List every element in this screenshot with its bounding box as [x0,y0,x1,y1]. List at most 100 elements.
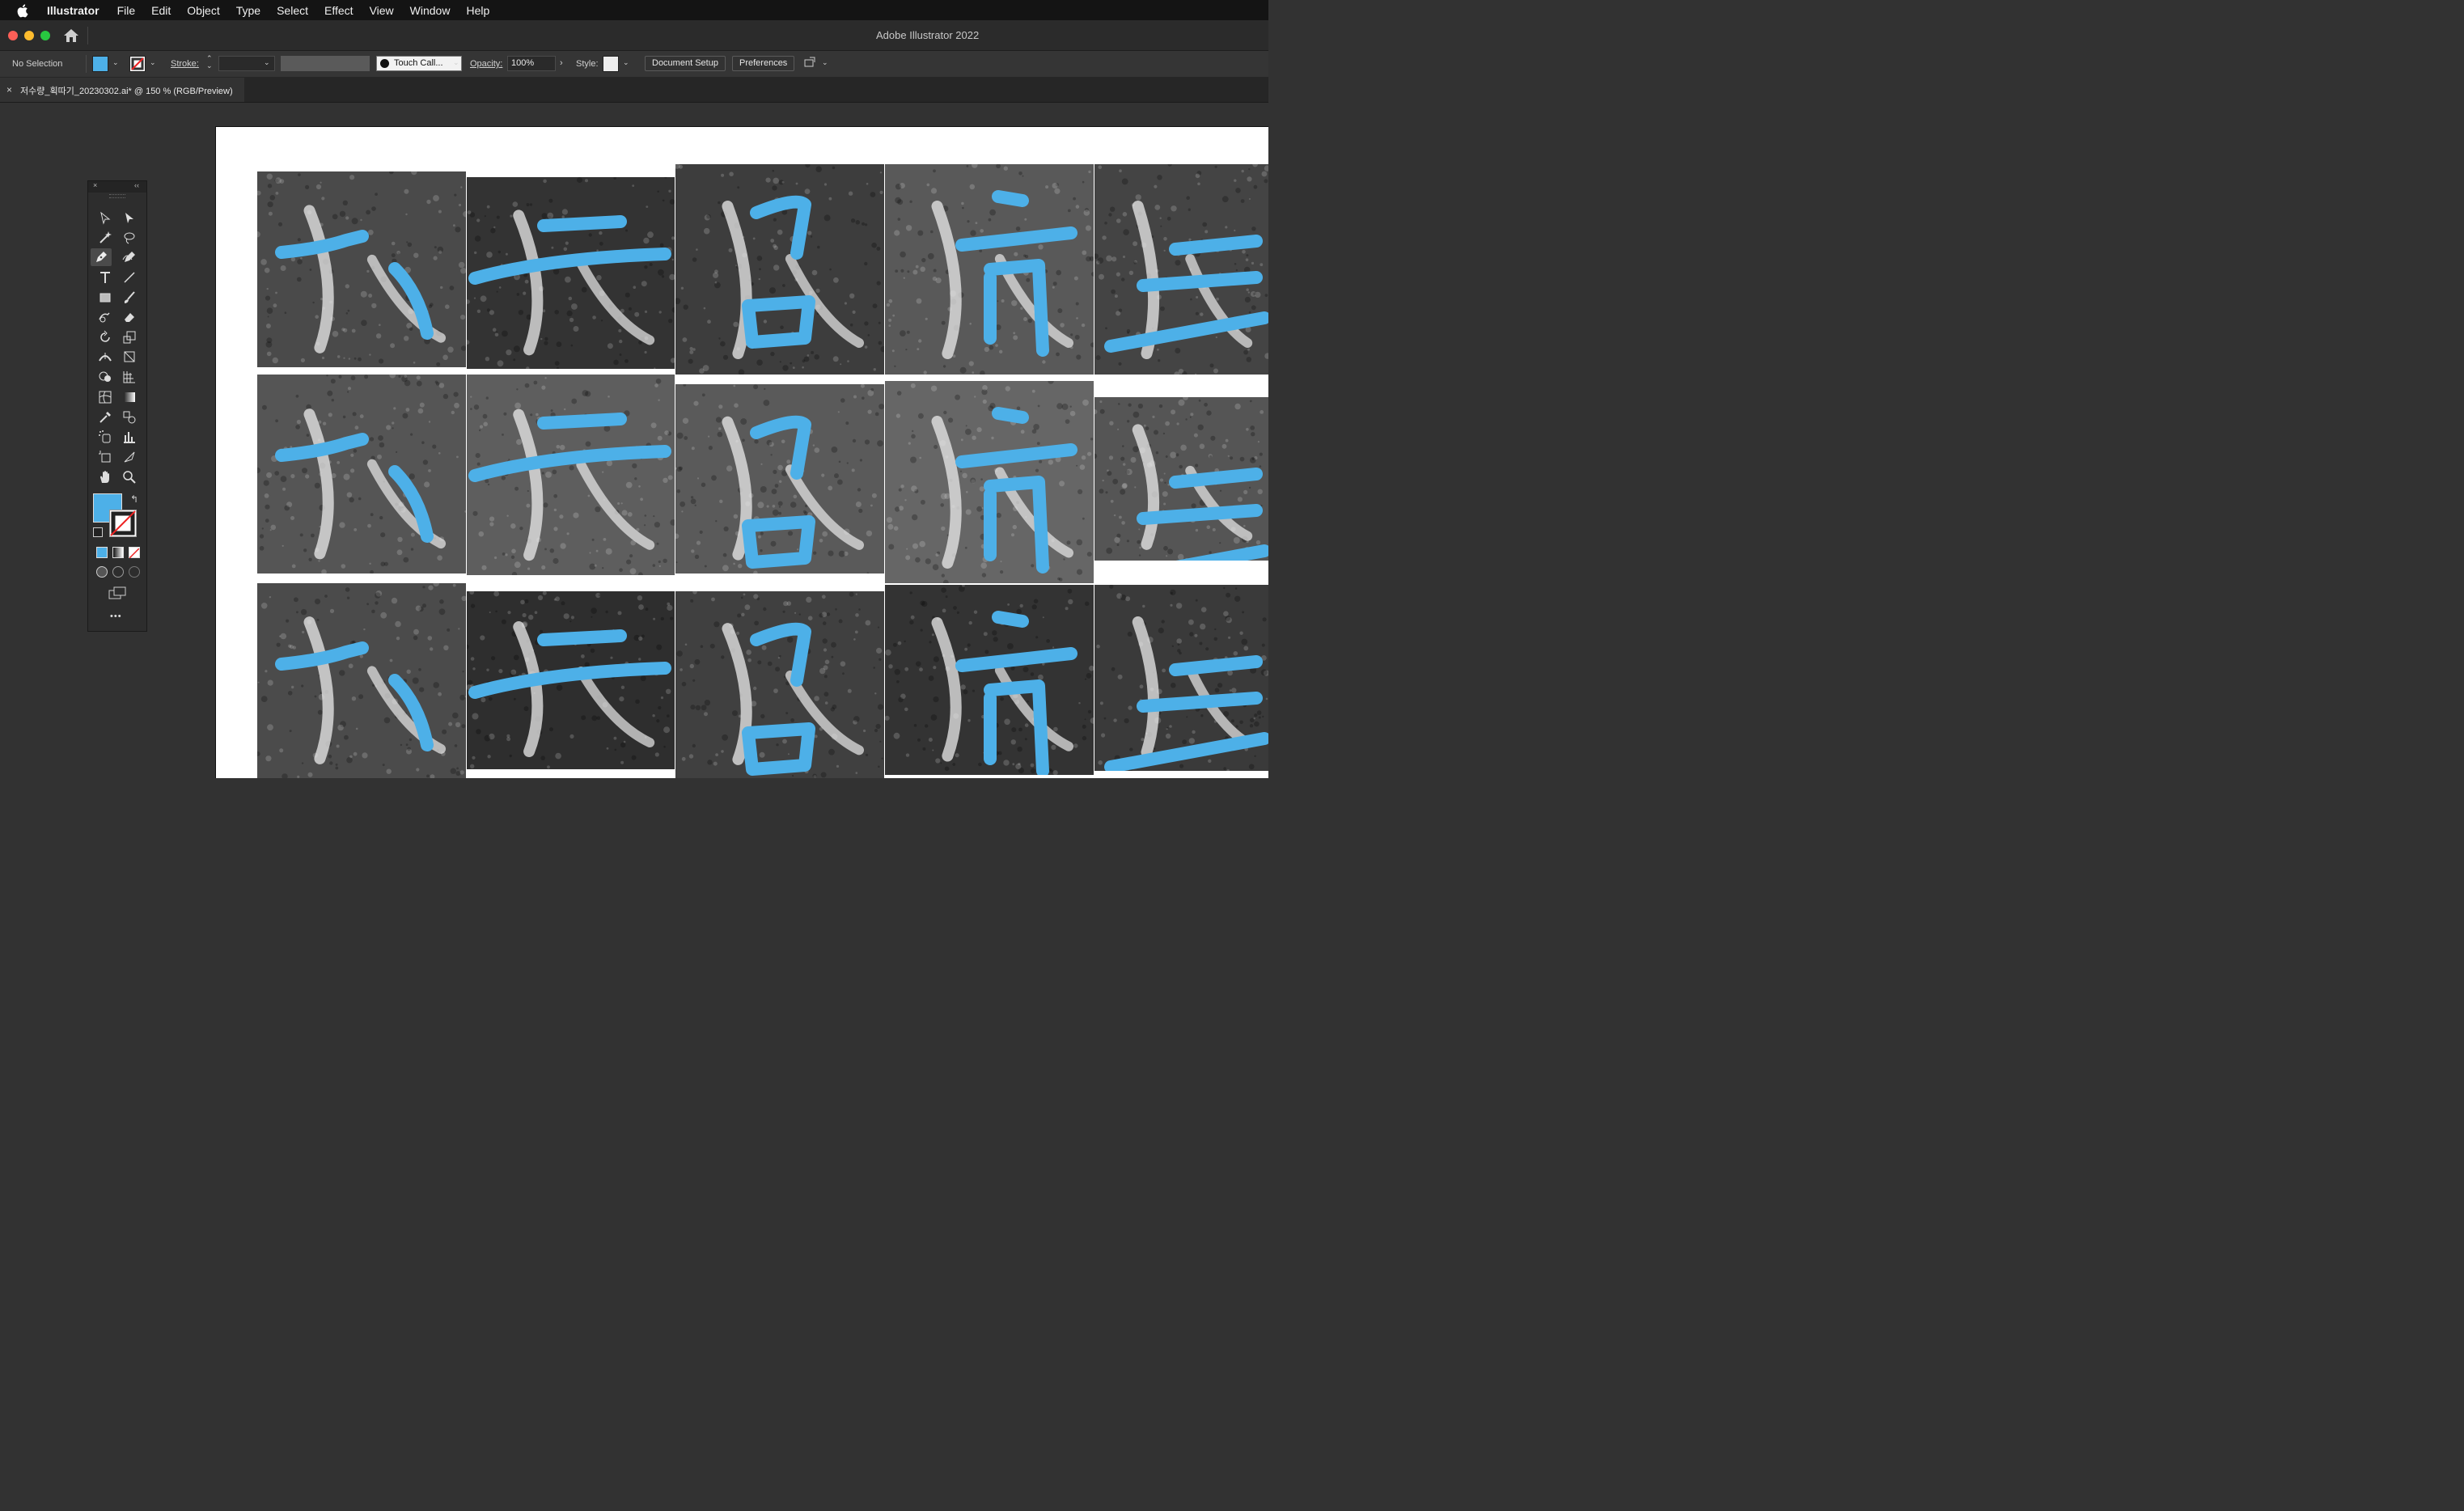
brush-definition-field[interactable]: Touch Call... [376,56,462,71]
menu-file[interactable]: File [117,4,136,17]
document-setup-button[interactable]: Document Setup [645,56,726,71]
menu-edit[interactable]: Edit [151,4,171,17]
calligraphy-image-3[interactable] [675,164,884,375]
default-colors-icon[interactable] [93,527,103,537]
menu-app-name[interactable]: Illustrator [47,4,99,17]
edit-toolbar-button[interactable]: ••• [110,612,122,621]
draw-normal-button[interactable] [96,566,108,578]
rectangle-tool[interactable] [95,289,116,307]
menu-type[interactable]: Type [236,4,260,17]
swap-colors-icon[interactable]: ↰ [130,493,138,505]
calligraphy-image-6[interactable] [257,375,466,574]
menu-window[interactable]: Window [410,4,451,17]
calligraphy-image-10[interactable] [1094,397,1268,561]
hand-tool[interactable] [95,468,116,486]
opacity-field[interactable]: 100% [507,56,556,71]
curvature-tool[interactable] [119,248,140,266]
gradient-mode-button[interactable] [112,547,124,558]
calligraphy-image-15[interactable] [1094,585,1268,771]
variable-width-profile[interactable] [281,56,370,71]
close-panel-icon[interactable]: × [93,181,97,189]
zoom-tool[interactable] [119,468,140,486]
menu-object[interactable]: Object [187,4,219,17]
calligraphy-image-2[interactable] [467,177,675,369]
minimize-window-button[interactable] [24,31,34,40]
symbol-sprayer-tool[interactable] [95,428,116,446]
lasso-tool[interactable] [119,229,140,247]
opacity-label[interactable]: Opacity: [470,59,502,69]
width-tool[interactable] [95,348,116,366]
menu-effect[interactable]: Effect [324,4,354,17]
pen-tool[interactable] [91,248,112,266]
blend-tool[interactable] [119,408,140,426]
chevron-down-icon[interactable]: ⌄ [453,58,459,67]
type-tool[interactable] [95,269,116,286]
selection-tool[interactable] [95,210,116,227]
stroke-swatch[interactable] [129,56,146,72]
home-icon[interactable] [63,28,79,43]
arrange-documents-icon[interactable] [803,57,816,70]
free-transform-tool[interactable] [119,348,140,366]
zoom-window-button[interactable] [40,31,50,40]
calligraphy-image-12[interactable] [467,591,675,769]
none-mode-button[interactable] [129,547,140,559]
change-screen-mode-icon[interactable] [108,586,129,600]
menu-view[interactable]: View [370,4,394,17]
calligraphy-image-9[interactable] [885,381,1094,583]
fill-swatch[interactable] [92,56,108,72]
chevron-down-icon[interactable]: ⌄ [264,58,270,67]
menu-select[interactable]: Select [277,4,308,17]
canvas-area[interactable] [0,103,1268,778]
preferences-button[interactable]: Preferences [732,56,795,71]
calligraphy-image-5[interactable] [1094,164,1268,375]
calligraphy-image-8[interactable] [675,384,884,574]
collapse-panel-icon[interactable]: ‹‹ [134,181,139,189]
stroke-label[interactable]: Stroke: [171,59,199,69]
panel-grip[interactable] [109,194,125,198]
artboard-icon [99,451,111,463]
calligraphy-image-7[interactable] [467,375,675,575]
shaper-tool[interactable] [95,308,116,326]
apple-icon[interactable] [16,3,31,18]
chevron-down-icon[interactable]: ⌄ [112,58,119,67]
draw-behind-button[interactable] [112,566,124,578]
close-tab-icon[interactable]: × [6,84,12,95]
stroke-color-box[interactable] [109,510,137,537]
chevron-right-icon[interactable]: › [560,58,563,68]
chevron-down-icon[interactable]: ⌄ [150,58,156,67]
calligraphy-image-14[interactable] [885,585,1094,775]
close-window-button[interactable] [8,31,18,40]
column-graph-tool[interactable] [119,428,140,446]
chevron-down-icon[interactable]: ⌄ [623,58,629,67]
gradient-tool[interactable] [119,388,140,406]
graphic-style-swatch[interactable] [603,56,619,72]
color-mode-button[interactable] [96,547,108,558]
style-label: Style: [576,59,599,69]
paintbrush-tool[interactable] [119,289,140,307]
scale-tool[interactable] [119,328,140,346]
direct-selection-tool[interactable] [119,210,140,227]
eyedropper-tool[interactable] [95,408,116,426]
magic-wand-tool[interactable] [95,229,116,247]
curvature-pen-icon [122,252,135,262]
tab-document[interactable]: × 저수량_획따기_20230302.ai* @ 150 % (RGB/Prev… [0,78,244,102]
calligraphy-image-1[interactable] [257,171,466,367]
no-stroke-icon [131,57,144,70]
perspective-grid-tool[interactable] [119,368,140,386]
line-segment-tool[interactable] [119,269,140,286]
menu-help[interactable]: Help [466,4,489,17]
eraser-tool[interactable] [119,308,140,326]
chevron-down-icon[interactable]: ⌄ [822,58,828,67]
shape-builder-tool[interactable] [95,368,116,386]
rotate-tool[interactable] [95,328,116,346]
brush-name: Touch Call... [394,58,443,68]
calligraphy-image-13[interactable] [675,591,884,778]
calligraphy-image-4[interactable] [885,164,1094,375]
artboard-tool[interactable] [95,448,116,466]
calligraphy-image-11[interactable] [257,583,466,778]
no-stroke-icon [110,510,136,536]
stroke-stepper[interactable]: ⌃ ⌄ [206,55,213,70]
slice-tool[interactable] [119,448,140,466]
mesh-tool[interactable] [95,388,116,406]
draw-inside-button[interactable] [129,566,140,578]
